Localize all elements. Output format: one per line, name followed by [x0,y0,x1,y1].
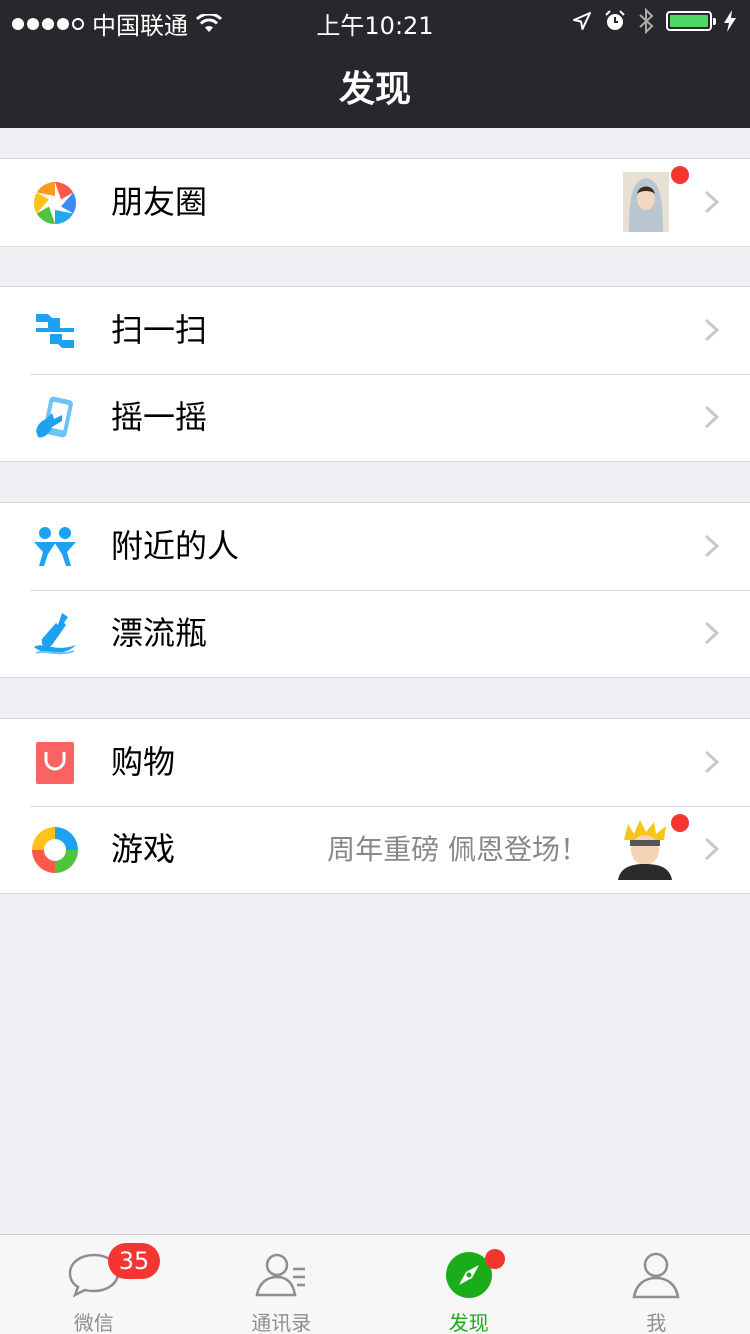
chevron-right-icon [704,405,720,429]
new-game-dot [671,814,689,832]
list-item-nearby-people[interactable]: 附近的人 [0,503,750,590]
tab-label: 发现 [448,1311,489,1334]
chevron-right-icon [704,318,720,342]
chevron-right-icon [704,837,720,861]
tab-contacts[interactable]: 通讯录 [188,1235,376,1334]
tab-discover[interactable]: 发现 [375,1235,563,1334]
list-item-games[interactable]: 游戏 周年重磅 佩恩登场！ [0,806,750,893]
new-post-dot [671,166,689,184]
row-label: 摇一摇 [111,398,208,436]
games-promo-text: 周年重磅 佩恩登场！ [327,833,588,866]
row-label: 朋友圈 [111,183,208,221]
status-right [572,8,736,34]
tab-chats[interactable]: 35 微信 [0,1235,188,1334]
row-label: 购物 [111,743,176,781]
group-moments: 朋友圈 [0,158,750,247]
status-bar: 中国联通 上午10:21 [0,0,750,40]
battery-icon [666,11,716,31]
nearby-people-icon [34,527,76,566]
bluetooth-icon [639,8,654,34]
unread-badge: 35 [108,1243,160,1279]
charging-bolt-icon [724,10,736,32]
list-item-shake[interactable]: 摇一摇 [0,374,750,461]
list-item-shopping[interactable]: 购物 [0,719,750,806]
row-label: 游戏 [111,830,176,868]
alarm-clock-icon [605,10,625,30]
shopping-bag-icon [36,742,74,784]
tab-bar: 35 微信 通讯录 发现 我 [0,1234,750,1334]
chevron-right-icon [704,621,720,645]
moments-thumbnail [623,172,669,232]
drift-bottle-icon [34,613,76,655]
tab-me[interactable]: 我 [563,1235,750,1334]
group-nearby-bottle: 附近的人 漂流瓶 [0,502,750,678]
page-title: 发现 [338,69,411,110]
tab-label: 通讯录 [251,1311,312,1334]
list-item-moments[interactable]: 朋友圈 [0,159,750,246]
games-icon [32,827,78,873]
discover-dot [485,1249,505,1269]
games-thumbnail [616,820,674,880]
tab-label: 我 [646,1311,667,1334]
group-shopping-games: 购物 游戏 周年重磅 佩恩登场！ [0,718,750,894]
chevron-right-icon [704,190,720,214]
chevron-right-icon [704,534,720,558]
list-item-scan[interactable]: 扫一扫 [0,287,750,374]
contacts-icon [255,1253,306,1297]
row-label: 漂流瓶 [111,614,208,652]
row-label: 附近的人 [111,527,240,565]
moments-icon [33,182,77,224]
tab-label: 微信 [73,1311,114,1334]
row-label: 扫一扫 [111,311,208,349]
list-item-drift-bottle[interactable]: 漂流瓶 [0,590,750,677]
chevron-right-icon [704,750,720,774]
person-icon [632,1252,680,1299]
shake-icon [36,396,73,438]
scan-icon [36,314,74,348]
location-arrow-icon [573,12,591,30]
group-scan-shake: 扫一扫 摇一摇 [0,286,750,462]
header: 中国联通 上午10:21 发现 [0,0,750,128]
